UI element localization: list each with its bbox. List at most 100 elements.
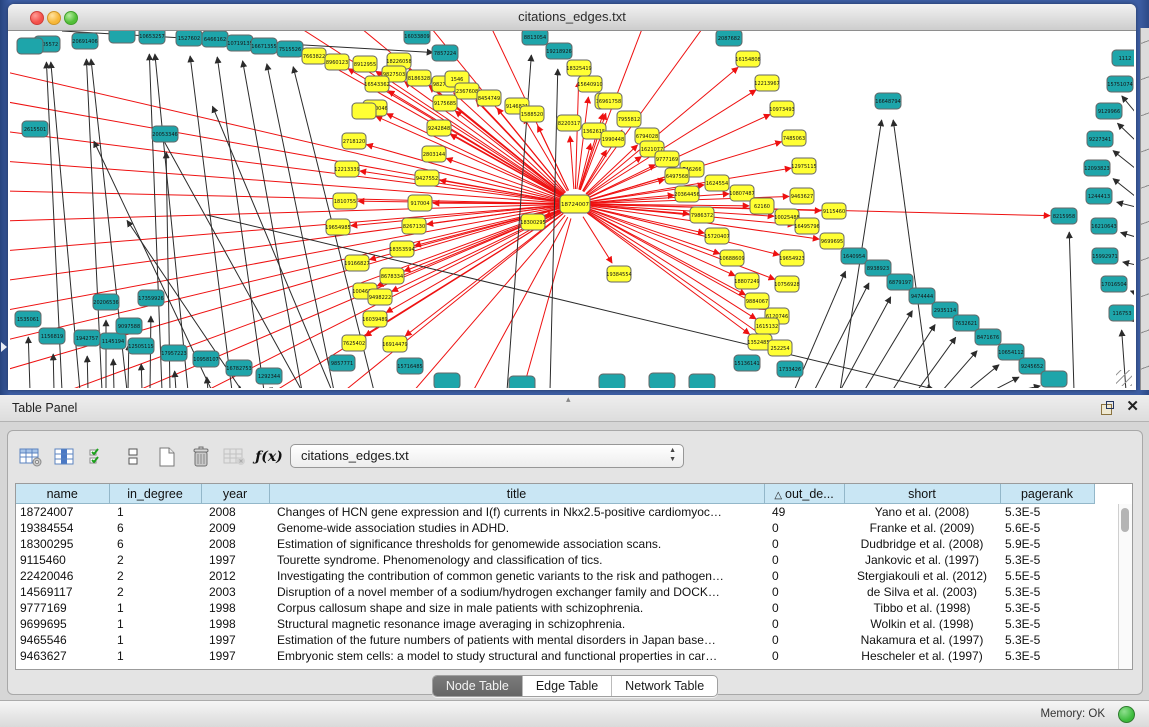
split-divider-handle[interactable]: ▴: [566, 394, 571, 405]
column-header-name[interactable]: name: [16, 484, 109, 504]
graph-node-label: 6879197: [889, 280, 911, 286]
delete-column-icon[interactable]: [188, 444, 214, 470]
table-scrollbar[interactable]: [1118, 504, 1132, 669]
graph-node-label: 7986372: [691, 213, 713, 219]
tab-node-table[interactable]: Node Table: [433, 676, 523, 696]
column-header-year[interactable]: year: [201, 484, 269, 504]
table-cell: Tibbo et al. (1998): [844, 600, 1000, 616]
graph-node[interactable]: [599, 374, 625, 388]
tab-network-table[interactable]: Network Table: [612, 676, 717, 696]
close-icon[interactable]: ✕: [1126, 399, 1139, 415]
graph-node-label: 6961758: [599, 99, 621, 105]
table-row[interactable]: 946362711997Embryonic stem cells: a mode…: [16, 648, 1094, 664]
table-cell: 2003: [201, 584, 269, 600]
graph-node-label: 16033809: [404, 34, 429, 40]
graph-node[interactable]: [434, 373, 460, 388]
table-cell: Disruption of a novel member of a sodium…: [269, 584, 764, 600]
table-cell: 18724007: [16, 504, 109, 521]
graph-edge: [814, 283, 869, 388]
table-cell: 1997: [201, 552, 269, 568]
graph-node[interactable]: [352, 103, 376, 119]
new-column-icon[interactable]: [154, 444, 180, 470]
graph-node-label: 1112: [1119, 56, 1132, 62]
table-selector-dropdown[interactable]: citations_edges.txt ▲▼: [290, 444, 684, 468]
graph-node-label: 8813054: [524, 35, 546, 41]
table-row[interactable]: 911546021997Tourette syndrome. Phenomeno…: [16, 552, 1094, 568]
graph-edge: [1117, 123, 1134, 141]
graph-node[interactable]: [509, 376, 535, 388]
graph-node-label: 1615132: [756, 324, 778, 330]
table-cell: 0: [764, 616, 844, 632]
float-window-icon[interactable]: [1101, 401, 1114, 414]
graph-node-label: 9427552: [416, 176, 438, 182]
graph-node[interactable]: [689, 374, 715, 388]
column-header-short[interactable]: short: [844, 484, 1000, 504]
table-cell: 18300295: [16, 536, 109, 552]
memory-indicator[interactable]: [1118, 706, 1135, 723]
graph-node-label: 15640910: [577, 82, 602, 88]
table-row[interactable]: 1830029562008Estimation of significance …: [16, 536, 1094, 552]
graph-node[interactable]: [1041, 371, 1067, 387]
table-cell: 2: [109, 584, 201, 600]
table-cell: 1: [109, 600, 201, 616]
graph-edge: [113, 359, 114, 388]
table-row[interactable]: 946554611997Estimation of the future num…: [16, 632, 1094, 648]
citation-network-graph[interactable]: 2405572206914061065325715276026466162107…: [10, 31, 1134, 388]
table-cell: 1998: [201, 600, 269, 616]
graph-node-label: 7515526: [279, 47, 301, 53]
hidden-panel-arrow-icon[interactable]: [1, 342, 7, 352]
graph-node[interactable]: [109, 31, 135, 43]
window-titlebar[interactable]: citations_edges.txt: [8, 4, 1136, 31]
graph-edge: [992, 377, 1019, 388]
table-cell: Structural magnetic resonance image aver…: [269, 616, 764, 632]
tab-edge-table[interactable]: Edge Table: [523, 676, 612, 696]
window-resize-grip[interactable]: [1116, 370, 1132, 386]
table-row[interactable]: 2242004622012Investigating the contribut…: [16, 568, 1094, 584]
graph-node-label: 9175685: [434, 101, 456, 107]
graph-node-label: 10653257: [139, 34, 164, 40]
node-table: namein_degreeyeartitle△out_de...shortpag…: [15, 483, 1133, 670]
table-cell: 0: [764, 520, 844, 536]
row-height-icon[interactable]: [120, 444, 146, 470]
column-header-in_degree[interactable]: in_degree: [109, 484, 201, 504]
table-cell: 2008: [201, 536, 269, 552]
table-cell: Stergiakouli et al. (2012): [844, 568, 1000, 584]
table-cell: Hescheler et al. (1997): [844, 648, 1000, 664]
column-header-title[interactable]: title: [269, 484, 764, 504]
graph-node-label: 18226058: [386, 59, 411, 65]
column-header-out_de[interactable]: △out_de...: [764, 484, 844, 504]
graph-node-label: 8471676: [977, 335, 999, 341]
graph-node-label: 1292344: [258, 374, 280, 380]
table-row[interactable]: 1938455462009Genome-wide association stu…: [16, 520, 1094, 536]
column-visibility-icon[interactable]: [52, 444, 78, 470]
selection-mode-icon[interactable]: [86, 444, 112, 470]
function-builder-icon[interactable]: ƒ(x): [256, 444, 282, 470]
table-row[interactable]: 977716911998Corpus callosum shape and si…: [16, 600, 1094, 616]
graph-node[interactable]: [649, 373, 675, 388]
graph-node-label: 10973493: [769, 107, 794, 113]
network-view-canvas[interactable]: 2405572206914061065325715276026466162107…: [10, 31, 1134, 388]
graph-edge: [1113, 151, 1134, 169]
graph-node[interactable]: [17, 38, 43, 54]
table-cell: 0: [764, 632, 844, 648]
table-cell: 2008: [201, 504, 269, 521]
graph-node-label: 2935114: [934, 308, 956, 314]
table-scrollbar-thumb[interactable]: [1121, 508, 1129, 532]
delete-table-icon[interactable]: [222, 444, 248, 470]
table-row[interactable]: 1456911722003Disruption of a novel membe…: [16, 584, 1094, 600]
table-cell: Changes of HCN gene expression and I(f) …: [269, 504, 764, 521]
table-row[interactable]: 1872400712008Changes of HCN gene express…: [16, 504, 1094, 521]
graph-edge: [583, 217, 612, 263]
graph-edge: [942, 351, 977, 388]
network-window: citations_edges.txt 24055722069140610653…: [8, 4, 1136, 390]
graph-node-label: 12975115: [791, 164, 816, 170]
graph-node-label: 16543362: [364, 82, 389, 88]
graph-node-label: 6466162: [204, 37, 226, 43]
table-row[interactable]: 969969511998Structural magnetic resonanc…: [16, 616, 1094, 632]
graph-edge: [575, 81, 578, 189]
graph-node-label: 1527602: [178, 36, 200, 42]
column-header-pagerank[interactable]: pagerank: [1000, 484, 1094, 504]
table-mode-icon[interactable]: [18, 444, 44, 470]
table-cell: Nakamura et al. (1997): [844, 632, 1000, 648]
graph-node-label: 8215958: [1053, 214, 1075, 220]
